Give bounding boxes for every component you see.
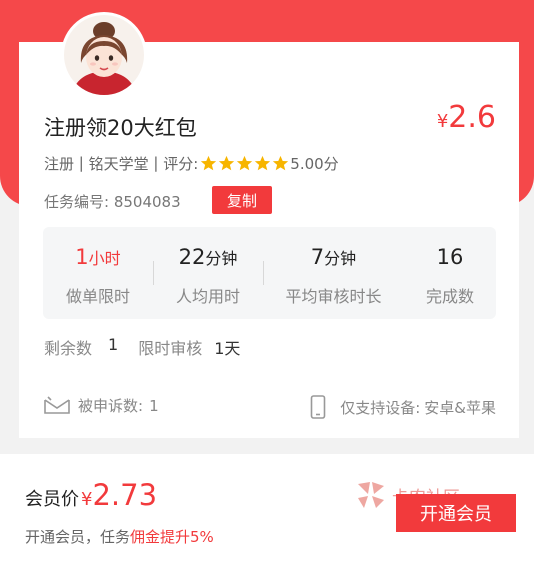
member-price-value: 2.73 xyxy=(92,478,158,512)
stat-value: 22分钟 xyxy=(178,245,238,269)
meta-separator: | xyxy=(148,154,164,172)
promo-text: 开通会员，任务 xyxy=(25,528,131,546)
rating-stars xyxy=(200,155,290,172)
task-author: 铭天学堂 xyxy=(88,154,149,173)
meta-separator: | xyxy=(74,154,89,172)
remain-label: 剩余数 xyxy=(44,339,93,358)
task-category: 注册 xyxy=(44,154,75,173)
envelope-icon xyxy=(44,395,70,414)
task-number: 任务编号: 8504083 xyxy=(44,191,181,212)
avatar xyxy=(61,12,147,98)
remain-info: 剩余数 1 限时审核 1天 xyxy=(44,335,240,359)
star-icon xyxy=(273,155,289,170)
stat-value: 16 xyxy=(436,245,464,269)
star-icon xyxy=(201,155,217,170)
stat-label: 完成数 xyxy=(425,287,474,306)
star-icon xyxy=(219,155,235,170)
task-number-label: 任务编号: xyxy=(44,193,110,211)
device-label: 仅支持设备: xyxy=(340,398,421,417)
complaint-value: 1 xyxy=(149,396,159,415)
task-meta: 注册 | 铭天学堂 | 评分: 5.00分 xyxy=(44,153,339,173)
phone-icon xyxy=(310,395,326,419)
task-stats-panel: 1小时 做单限时 22分钟 人均用时 7分钟 平均审核时长 16 完成数 xyxy=(43,227,496,319)
stat-time-limit: 1小时 做单限时 xyxy=(43,227,153,319)
stat-label: 人均用时 xyxy=(175,287,240,306)
device-value: 安卓&苹果 xyxy=(424,398,496,417)
price-value: 2.6 xyxy=(448,100,496,135)
promo-highlight: 佣金提升5% xyxy=(130,528,214,546)
stat-label: 平均审核时长 xyxy=(285,287,382,306)
copy-button[interactable]: 复制 xyxy=(212,186,272,214)
rating-label: 评分: xyxy=(163,154,199,173)
star-icon xyxy=(237,155,253,170)
stat-value: 1小时 xyxy=(75,245,121,269)
member-price: 会员价 ¥ 2.73 xyxy=(25,478,157,512)
complaint-info: 被申诉数: 1 xyxy=(44,395,159,416)
review-label: 限时审核 xyxy=(138,339,203,358)
stat-avg-review: 7分钟 平均审核时长 xyxy=(263,227,404,319)
task-number-value: 8504083 xyxy=(113,193,181,211)
member-promo: 开通会员，任务佣金提升5% xyxy=(25,526,214,547)
price-currency: ¥ xyxy=(436,111,449,132)
stat-value: 7分钟 xyxy=(310,245,357,269)
remain-value: 1 xyxy=(108,335,119,354)
watermark-logo-icon xyxy=(358,482,384,508)
complaint-label: 被申诉数: xyxy=(78,397,144,415)
member-price-currency: ¥ xyxy=(81,489,93,510)
member-price-label: 会员价 xyxy=(25,489,79,510)
star-icon xyxy=(255,155,271,170)
review-value: 1天 xyxy=(214,339,241,358)
rating-value: 5.00分 xyxy=(290,154,339,173)
avatar-illustration-icon xyxy=(64,15,144,95)
stat-completed: 16 完成数 xyxy=(404,227,496,319)
stat-avg-time: 22分钟 人均用时 xyxy=(153,227,263,319)
open-membership-button[interactable]: 开通会员 xyxy=(396,494,516,532)
stat-label: 做单限时 xyxy=(65,287,130,306)
task-title: 注册领20大红包 xyxy=(44,116,197,140)
device-info: 仅支持设备: 安卓&苹果 xyxy=(310,395,496,419)
task-price: ¥2.6 xyxy=(437,100,496,135)
